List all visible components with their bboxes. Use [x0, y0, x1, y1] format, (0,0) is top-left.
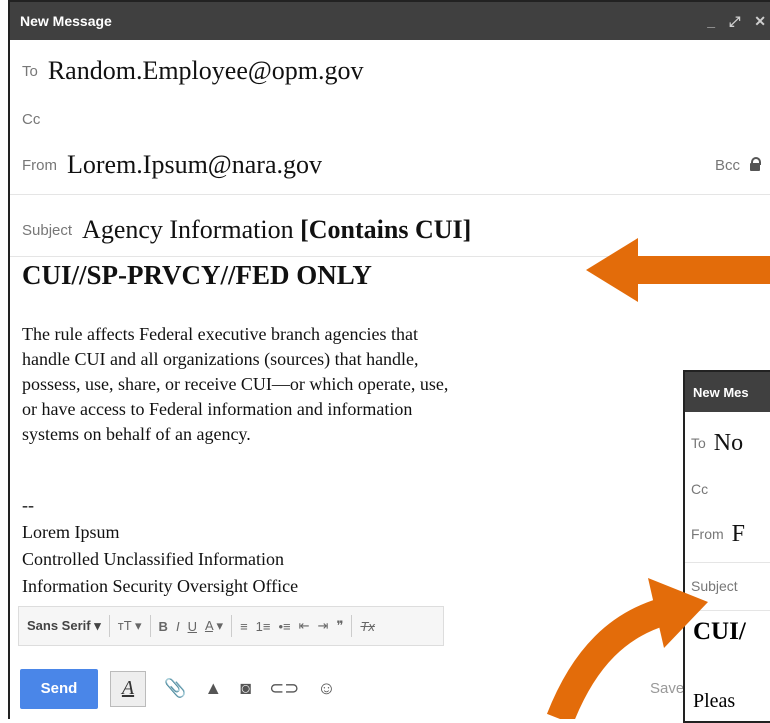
cc-label: Cc	[22, 110, 41, 128]
second-compose-window: New Mes To No Cc From F Subject CUI/ Ple…	[683, 370, 770, 723]
second-subject-row[interactable]: Subject	[685, 562, 770, 611]
compose-window: New Message _ ⤢ ✕ To Random.Employee@opm…	[8, 0, 770, 719]
second-cc-row[interactable]: Cc	[685, 472, 770, 506]
insert-link-icon[interactable]: ⊂⊃	[269, 678, 299, 699]
cui-banner: CUI//SP-PRVCY//FED ONLY	[22, 260, 372, 290]
cc-row[interactable]: Cc	[10, 102, 770, 136]
emoji-icon[interactable]: ☺	[317, 678, 335, 699]
body-line: systems on behalf of an agency.	[22, 424, 251, 444]
divider	[108, 615, 110, 637]
align-icon[interactable]: ≡	[240, 619, 248, 634]
expand-icon[interactable]: ⤢	[729, 13, 740, 30]
numbered-list-icon[interactable]: 1≡	[256, 619, 271, 634]
signature-line: Information Security Oversight Office	[22, 576, 299, 596]
format-toolbar: Sans Serif ▾ тT ▾ B I U A ▾ ≡ 1≡ •≡ ⇤ ⇥ …	[18, 606, 444, 646]
subject-text: Agency Information	[82, 215, 301, 244]
to-row[interactable]: To Random.Employee@opm.gov	[10, 42, 770, 100]
quote-icon[interactable]: ❞	[336, 618, 343, 634]
font-select[interactable]: Sans Serif ▾	[27, 618, 101, 634]
second-to-label: To	[691, 435, 706, 451]
signature-line: Lorem Ipsum	[22, 522, 120, 542]
text-color-icon[interactable]: A ▾	[205, 618, 223, 634]
indent-more-icon[interactable]: ⇥	[318, 618, 329, 634]
attach-file-icon[interactable]: 📎	[164, 678, 186, 699]
underline-icon[interactable]: U	[188, 619, 197, 634]
second-cui-banner: CUI/	[693, 618, 746, 645]
to-label: To	[22, 62, 38, 80]
message-body[interactable]: The rule affects Federal executive branc…	[22, 322, 582, 447]
subject-row[interactable]: Subject Agency Information [Contains CUI…	[10, 204, 770, 257]
insert-photo-icon[interactable]: ◙	[240, 678, 251, 699]
body-line: possess, use, share, or receive CUI—or w…	[22, 374, 449, 394]
to-value[interactable]: Random.Employee@opm.gov	[48, 56, 364, 86]
subject-label: Subject	[22, 221, 73, 239]
second-window-title: New Mes	[685, 372, 770, 412]
close-icon[interactable]: ✕	[754, 13, 766, 30]
drive-icon[interactable]: ▲	[204, 678, 222, 699]
divider	[231, 615, 233, 637]
compose-titlebar: New Message _ ⤢ ✕	[10, 2, 770, 40]
formatting-options-icon[interactable]: A	[110, 670, 146, 707]
subject-cui-marker: [Contains CUI]	[300, 215, 472, 244]
action-bar: Send A 📎 ▲ ◙ ⊂⊃ ☺ Saved	[10, 656, 770, 721]
bcc-label[interactable]: Bcc	[715, 157, 740, 174]
body-line: The rule affects Federal executive branc…	[22, 324, 418, 344]
divider	[351, 615, 353, 637]
signature: -- Lorem Ipsum Controlled Unclassified I…	[22, 492, 298, 600]
lock-icon	[750, 157, 761, 171]
divider	[149, 615, 151, 637]
bcc-area[interactable]: Bcc	[715, 157, 761, 174]
window-title: New Message	[20, 13, 112, 29]
second-from-label: From	[691, 526, 724, 542]
body-line: handle CUI and all organizations (source…	[22, 349, 419, 369]
from-value[interactable]: Lorem.Ipsum@nara.gov	[67, 150, 322, 180]
minimize-icon[interactable]: _	[707, 13, 715, 30]
second-from-value[interactable]: F	[732, 521, 745, 548]
second-message-body[interactable]: Pleas	[693, 690, 735, 713]
body-line: or have access to Federal information an…	[22, 399, 413, 419]
subject-value[interactable]: Agency Information [Contains CUI]	[82, 215, 471, 245]
text-color-label: A	[204, 618, 213, 633]
text-size-icon[interactable]: тT ▾	[118, 618, 142, 634]
second-cc-label: Cc	[691, 481, 709, 497]
bulleted-list-icon[interactable]: •≡	[278, 619, 290, 634]
font-select-label: Sans Serif	[27, 618, 91, 633]
second-subject-label: Subject	[691, 578, 738, 594]
indent-less-icon[interactable]: ⇤	[299, 618, 310, 634]
second-to-value[interactable]: No	[714, 430, 743, 457]
signature-line: --	[22, 495, 34, 515]
from-row[interactable]: From Lorem.Ipsum@nara.gov Bcc	[10, 136, 770, 195]
italic-icon[interactable]: I	[176, 619, 180, 634]
second-to-row[interactable]: To No	[685, 414, 770, 472]
bold-icon[interactable]: B	[159, 619, 168, 634]
from-label: From	[22, 156, 57, 174]
second-from-row[interactable]: From F	[685, 506, 770, 563]
remove-formatting-icon[interactable]: Tx	[360, 619, 374, 634]
window-controls: _ ⤢ ✕	[707, 13, 770, 30]
signature-line: Controlled Unclassified Information	[22, 549, 284, 569]
send-button[interactable]: Send	[20, 668, 98, 709]
